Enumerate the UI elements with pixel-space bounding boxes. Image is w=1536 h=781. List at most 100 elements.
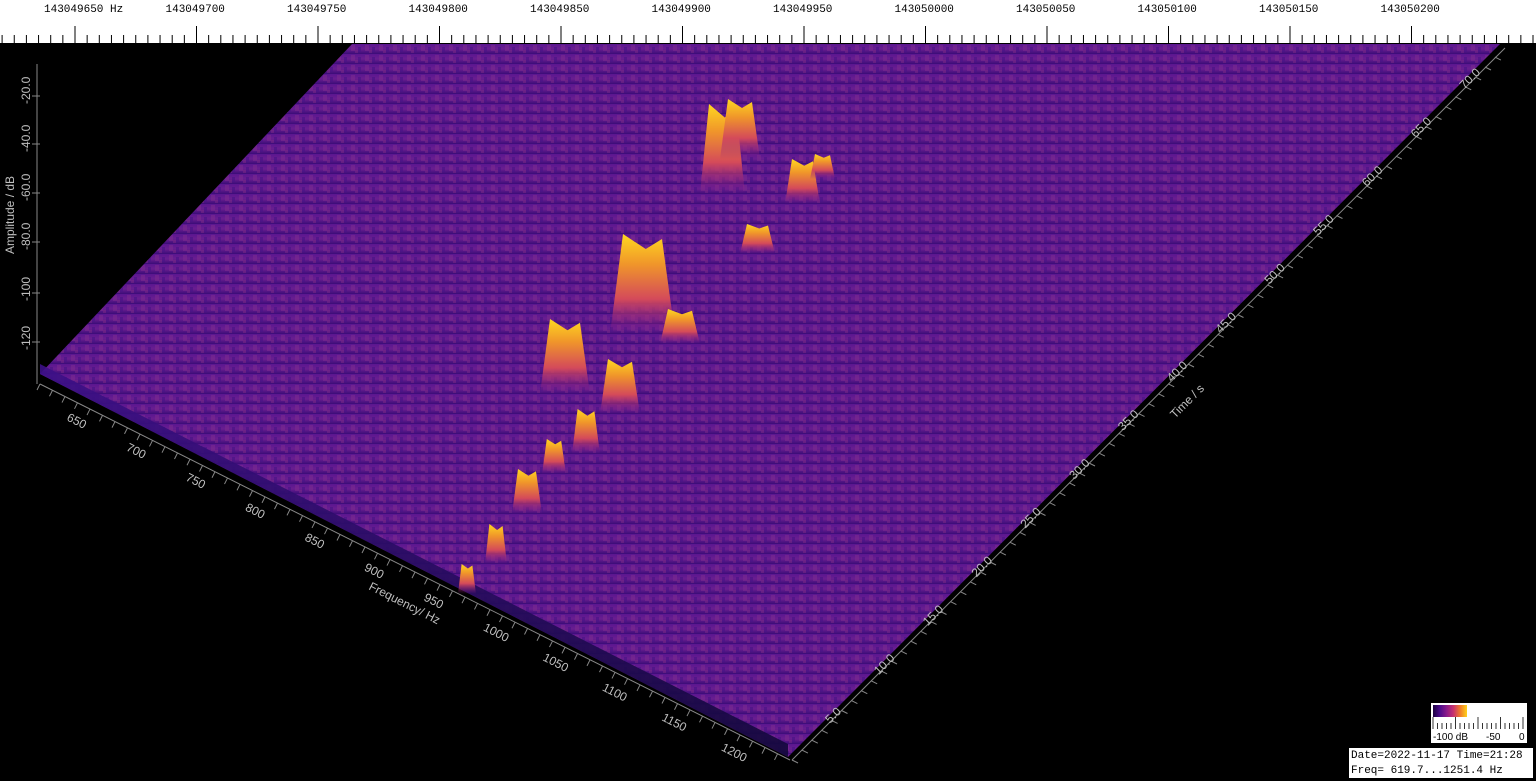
time-minor-tick <box>801 749 809 754</box>
frequency-minor-tick <box>549 640 553 648</box>
time-minor-tick <box>1108 442 1116 447</box>
frequency-minor-tick <box>624 678 628 685</box>
legend-label: 0 <box>1519 732 1525 743</box>
time-minor-tick <box>950 601 957 606</box>
time-minor-tick <box>821 729 828 734</box>
time-minor-tick <box>999 551 1007 556</box>
time-minor-tick <box>1435 116 1442 120</box>
time-minor-tick <box>1385 165 1393 170</box>
frequency-minor-tick <box>374 553 378 560</box>
frequency-tick-label: 1000 <box>481 620 511 645</box>
time-minor-tick <box>1118 432 1125 437</box>
frequency-minor-tick <box>436 584 441 591</box>
frequency-minor-tick <box>599 665 603 673</box>
ruler-label: 143050200 <box>1381 4 1440 16</box>
time-minor-tick <box>900 650 908 655</box>
frequency-minor-tick <box>574 653 578 660</box>
time-minor-tick <box>969 581 977 586</box>
time-minor-tick <box>1187 363 1195 368</box>
ruler-label: 143049750 <box>287 4 346 16</box>
amplitude-tick-label: -20.0 <box>19 76 33 104</box>
frequency-minor-tick <box>136 433 141 441</box>
frequency-minor-tick <box>499 615 503 623</box>
frequency-minor-tick <box>111 421 116 428</box>
frequency-minor-tick <box>49 390 53 397</box>
frequency-ruler: 143049650 Hz 143049700 143049750 143049800 1… <box>0 0 1536 44</box>
time-minor-tick <box>920 630 927 635</box>
frequency-minor-tick <box>461 596 466 604</box>
time-minor-tick <box>1286 264 1294 269</box>
time-minor-tick <box>1009 541 1017 546</box>
frequency-minor-tick <box>424 578 428 585</box>
frequency-minor-tick <box>61 396 66 403</box>
frequency-minor-tick <box>761 747 766 754</box>
ruler-label: 143050000 <box>895 4 954 16</box>
frequency-minor-tick <box>661 697 666 704</box>
date-time-readout: Date=2022-11-17 Time=21:28 <box>1351 750 1523 762</box>
ruler-label: 143050100 <box>1138 4 1197 16</box>
ruler-label: 143049650 Hz <box>44 4 123 16</box>
frequency-minor-tick <box>36 383 41 391</box>
frequency-minor-tick <box>774 753 778 761</box>
time-minor-tick <box>1336 215 1343 219</box>
frequency-minor-tick <box>736 734 741 742</box>
time-minor-tick <box>1484 66 1492 71</box>
legend-svg: -100 dB -50 0 <box>1432 705 1525 743</box>
time-minor-tick <box>791 759 799 764</box>
ruler-label: 143049900 <box>652 4 711 16</box>
time-minor-tick <box>861 690 868 695</box>
frequency-minor-tick <box>261 496 266 504</box>
time-minor-tick <box>1257 294 1264 299</box>
time-minor-tick <box>1098 452 1106 457</box>
frequency-minor-tick <box>724 728 728 736</box>
frequency-minor-tick <box>324 527 328 535</box>
time-minor-tick <box>1296 254 1304 259</box>
ruler-label: 143050050 <box>1016 4 1075 16</box>
frequency-minor-tick <box>236 484 241 491</box>
time-minor-tick <box>1019 531 1026 536</box>
ruler-label: 143050150 <box>1259 4 1318 16</box>
time-minor-tick <box>1445 106 1452 111</box>
frequency-minor-tick <box>561 647 566 654</box>
color-legend: -100 dB -50 0 <box>1431 703 1527 743</box>
frequency-minor-tick <box>749 741 753 748</box>
frequency-tick-label: 650 <box>65 410 89 432</box>
frequency-minor-tick <box>636 684 641 692</box>
frequency-minor-tick <box>536 634 541 642</box>
frequency-minor-tick <box>586 659 591 667</box>
frequency-minor-tick <box>711 722 716 729</box>
frequency-minor-tick <box>686 709 691 717</box>
frequency-minor-tick <box>486 609 491 616</box>
time-minor-tick <box>1237 314 1244 318</box>
time-minor-tick <box>1158 393 1165 398</box>
amplitude-tick-label: -120 <box>19 326 33 350</box>
frequency-tick-label: 750 <box>184 470 208 492</box>
frequency-minor-tick <box>199 465 203 472</box>
frequency-minor-tick <box>174 452 178 460</box>
time-minor-tick <box>1306 244 1314 249</box>
frequency-minor-tick <box>386 559 391 566</box>
time-minor-tick <box>910 640 918 645</box>
spectrum-surface <box>40 44 1500 757</box>
frequency-minor-tick <box>411 571 416 579</box>
frequency-minor-tick <box>299 515 303 522</box>
amplitude-tick-label: -60.0 <box>19 173 33 201</box>
frequency-minor-tick <box>124 427 128 435</box>
time-minor-tick <box>1207 343 1215 348</box>
time-minor-tick <box>811 739 819 744</box>
frequency-minor-tick <box>86 408 91 416</box>
frequency-minor-tick <box>161 446 166 453</box>
time-minor-tick <box>1068 482 1076 487</box>
frequency-minor-tick <box>74 402 78 410</box>
waterfall-3d-plot: -20.0 -40.0 -60.0 -80.0 -100 -120 Amplitude / … <box>3 44 1506 765</box>
frequency-minor-tick <box>399 565 403 573</box>
amplitude-tick-label: -40.0 <box>19 124 33 152</box>
frequency-minor-tick <box>611 672 616 679</box>
time-minor-tick <box>1197 353 1205 358</box>
ruler-label: 143049800 <box>409 4 468 16</box>
legend-label: -50 <box>1486 732 1501 743</box>
ruler-svg: 143049650 Hz 143049700 143049750 143049800 1… <box>1 4 1534 43</box>
frequency-minor-tick <box>699 716 703 723</box>
time-minor-tick <box>1049 502 1056 507</box>
time-minor-tick <box>1405 145 1413 150</box>
